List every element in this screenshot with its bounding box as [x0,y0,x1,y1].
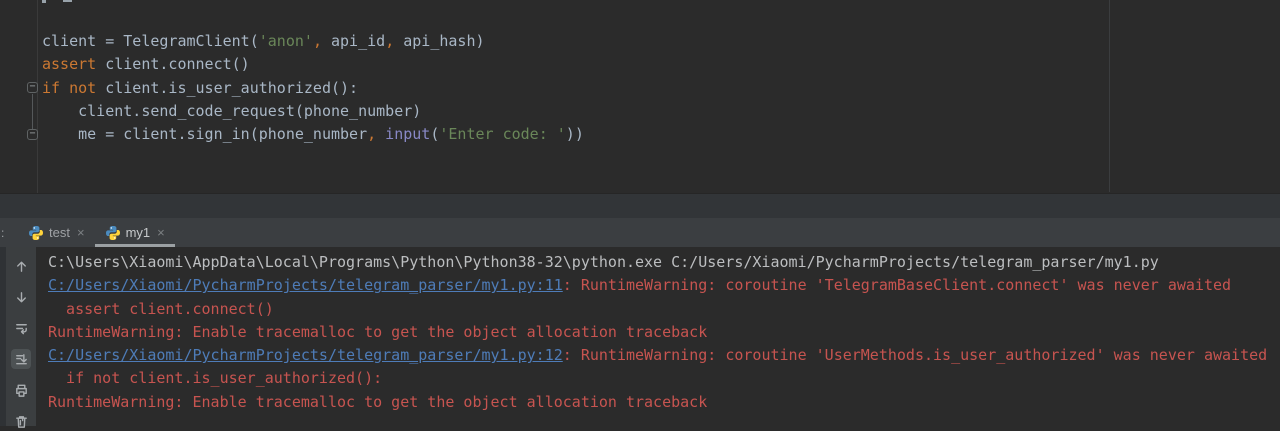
code-token: )) [565,125,584,143]
console-file-link[interactable]: C:/Users/Xiaomi/PycharmProjects/telegram… [48,276,563,294]
run-label-fragment: : [1,225,5,240]
fold-end-marker-icon[interactable] [27,129,38,140]
up-arrow-icon [16,261,26,272]
clear-all-button[interactable] [11,411,31,431]
console-text: : RuntimeWarning: coroutine 'TelegramBas… [562,276,1232,295]
pycharm-window: { "colors": { "editor_bg": "#2b2b2b", "c… [0,0,1280,428]
close-icon[interactable]: × [77,226,85,239]
clipped-code-fragment [42,0,46,3]
console-line: assert client.connect() [48,298,1267,321]
code-line[interactable]: client = TelegramClient('anon', api_id, … [42,30,485,53]
console-line: C:/Users/Xiaomi/PycharmProjects/telegram… [48,344,1267,367]
printer-icon [15,384,27,397]
code-line[interactable]: client.send_code_request(phone_number) [42,100,421,123]
fold-region-line [32,94,33,129]
scroll-to-end-icon [15,353,27,364]
tab-my1[interactable]: my1 × [94,218,175,247]
console-line: RuntimeWarning: Enable tracemalloc to ge… [48,391,1267,414]
scroll-to-end-button[interactable] [11,349,31,369]
code-token: me = client.sign_in(phone_number [42,125,368,143]
code-token: if not [42,78,97,97]
code-token: client = TelegramClient( [42,32,259,50]
code-token: client.is_user_authorized(): [96,78,359,97]
code-line[interactable]: me = client.sign_in(phone_number, input(… [42,123,584,146]
python-icon [29,225,43,240]
code-token: client.send_code_request(phone_number) [42,101,422,120]
fold-marker-icon[interactable] [27,82,38,93]
soft-wrap-icon [15,323,27,334]
console-text: : RuntimeWarning: coroutine 'UserMethods… [562,346,1268,365]
clipped-code-fragment [63,0,72,2]
trash-icon [15,415,27,428]
soft-wrap-button[interactable] [11,318,31,338]
run-tab-bar: : test × my1 × [0,218,1280,247]
code-token: 'anon' [258,32,313,50]
run-console: C:\Users\Xiaomi\AppData\Local\Programs\P… [0,247,1280,428]
code-token: ( [430,125,440,143]
console-output[interactable]: C:\Users\Xiaomi\AppData\Local\Programs\P… [48,251,1267,414]
code-token: 'Enter code: ' [439,125,566,143]
code-token: assert [42,55,97,74]
console-line: RuntimeWarning: Enable tracemalloc to ge… [48,321,1267,344]
console-text: RuntimeWarning: Enable tracemalloc to ge… [48,322,708,341]
console-text: assert client.connect() [48,299,274,318]
console-line: C:\Users\Xiaomi\AppData\Local\Programs\P… [48,251,1267,274]
panel-splitter[interactable] [0,193,1280,218]
console-toolbar [6,247,36,428]
console-line: if not client.is_user_authorized(): [48,367,1267,390]
code-token: api_id [321,32,386,50]
code-token: input [385,125,431,143]
code-token: client.connect() [96,55,250,74]
code-editor[interactable]: client = TelegramClient('anon', api_id, … [0,0,1280,193]
up-stack-button[interactable] [11,256,31,276]
right-margin-guide [1109,0,1110,192]
down-stack-button[interactable] [11,287,31,307]
code-line[interactable]: if not client.is_user_authorized(): [42,77,358,100]
code-line[interactable]: assert client.connect() [42,53,250,76]
code-token: api_hash) [394,32,485,50]
console-text: RuntimeWarning: Enable tracemalloc to ge… [48,392,708,411]
console-file-link[interactable]: C:/Users/Xiaomi/PycharmProjects/telegram… [48,346,563,364]
tab-label: test [49,225,70,240]
code-token: , [367,125,377,143]
code-token: , [385,32,395,50]
python-icon [105,225,120,240]
gutter-separator [37,0,38,193]
print-button[interactable] [11,380,31,400]
tab-test[interactable]: test × [18,218,95,247]
down-arrow-icon [16,291,26,302]
code-token: , [312,32,322,50]
console-line: C:/Users/Xiaomi/PycharmProjects/telegram… [48,274,1267,297]
console-text: C:\Users\Xiaomi\AppData\Local\Programs\P… [48,253,1159,271]
tab-label: my1 [125,225,151,240]
close-icon[interactable]: × [157,226,165,239]
console-text: if not client.is_user_authorized(): [48,369,383,388]
